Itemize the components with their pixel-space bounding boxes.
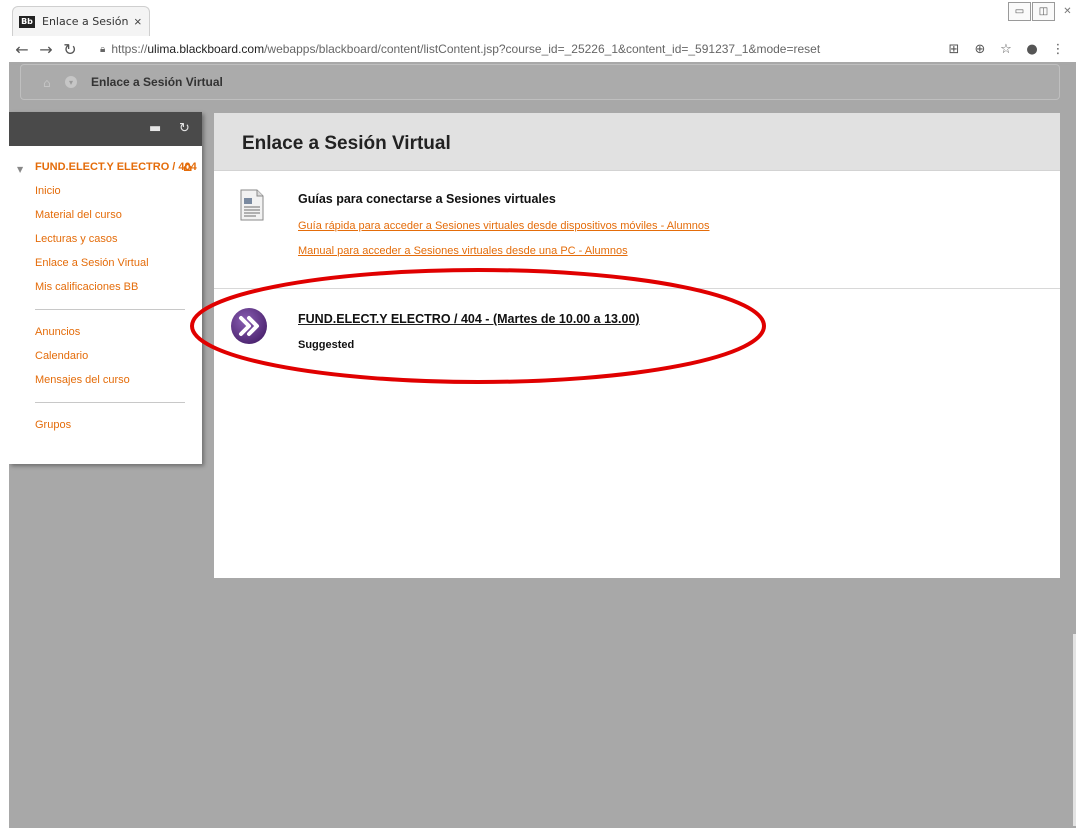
window-close-button[interactable]: ✕	[1056, 2, 1079, 21]
account-icon[interactable]: ●	[1019, 42, 1045, 57]
minimize-button[interactable]: ▭	[1008, 2, 1031, 21]
home-icon[interactable]: ⌂	[43, 76, 57, 90]
menu-item-calendario[interactable]: Calendario	[35, 344, 202, 368]
window-controls: ▭ ◫ ✕	[1007, 2, 1079, 21]
menu-icon[interactable]: ⋮	[1045, 42, 1071, 57]
menu-item-sesion-virtual[interactable]: Enlace a Sesión Virtual	[35, 251, 202, 275]
menu-group-2: Anuncios Calendario Mensajes del curso	[9, 320, 202, 392]
tab-close-icon[interactable]: ×	[134, 14, 142, 29]
document-icon	[240, 189, 264, 221]
collaborate-session-icon[interactable]	[230, 307, 268, 345]
chevron-down-icon[interactable]: ▾	[65, 76, 77, 88]
course-menu-header: ▬ ↻	[9, 112, 202, 146]
guide-pc-link[interactable]: Manual para acceder a Sesiones virtuales…	[298, 245, 628, 257]
menu-item-mensajes[interactable]: Mensajes del curso	[35, 368, 202, 392]
menu-item-calificaciones[interactable]: Mis calificaciones BB	[35, 275, 202, 299]
menu-group-1: Inicio Material del curso Lecturas y cas…	[9, 179, 202, 299]
browser-tab[interactable]: Bb Enlace a Sesión Vi ×	[12, 6, 150, 36]
course-home-icon[interactable]: ⌂	[183, 161, 192, 174]
tab-title: Enlace a Sesión Vi	[42, 15, 130, 28]
suggested-label: Suggested	[298, 339, 355, 351]
toolbar-icons: ⊞ ⊕ ☆ ● ⋮	[941, 42, 1071, 57]
content-item-session: FUND.ELECT.Y ELECTRO / 404 - (Martes de …	[190, 268, 1060, 384]
menu-divider	[35, 402, 185, 403]
menu-item-anuncios[interactable]: Anuncios	[35, 320, 202, 344]
menu-group-3: Grupos	[9, 413, 202, 437]
browser-tab-strip: Bb Enlace a Sesión Vi × ▭ ◫ ✕	[0, 0, 1079, 36]
back-arrow-icon[interactable]: ←	[10, 40, 34, 59]
restore-button[interactable]: ◫	[1032, 2, 1055, 21]
menu-item-material[interactable]: Material del curso	[35, 203, 202, 227]
menu-divider	[35, 309, 185, 310]
blackboard-favicon-icon: Bb	[19, 15, 35, 28]
lock-icon: 🔒︎	[100, 43, 106, 55]
browser-toolbar: ← → ↻ 🔒︎ https://ulima.blackboard.com/we…	[0, 36, 1079, 62]
session-link[interactable]: FUND.ELECT.Y ELECTRO / 404 - (Martes de …	[298, 312, 640, 326]
forward-arrow-icon[interactable]: →	[34, 40, 58, 59]
url-host: ulima.blackboard.com	[147, 42, 265, 56]
course-menu: ▬ ↻ ▼ FUND.ELECT.Y ELECTRO / 404 ⌂ Inici…	[9, 112, 202, 464]
refresh-icon[interactable]: ↻	[179, 121, 190, 136]
folder-view-icon[interactable]: ▬	[149, 121, 161, 136]
content-panel: Enlace a Sesión Virtual Guías para conec…	[190, 113, 1060, 578]
course-title[interactable]: ▼ FUND.ELECT.Y ELECTRO / 404 ⌂	[9, 161, 202, 175]
menu-item-lecturas[interactable]: Lecturas y casos	[35, 227, 202, 251]
collapse-triangle-icon[interactable]: ▼	[17, 164, 23, 175]
scrollbar[interactable]	[1073, 634, 1076, 826]
content-header: Enlace a Sesión Virtual	[214, 113, 1060, 171]
breadcrumb-current: Enlace a Sesión Virtual	[91, 75, 223, 89]
breadcrumb: ⌂ ▾ Enlace a Sesión Virtual	[20, 64, 1060, 100]
reload-icon[interactable]: ↻	[58, 40, 82, 59]
page-viewport: ⌂ ▾ Enlace a Sesión Virtual ▬ ↻ ▼ FUND.E…	[9, 62, 1076, 828]
translate-icon[interactable]: ⊞	[941, 42, 967, 57]
address-bar[interactable]: 🔒︎ https://ulima.blackboard.com/webapps/…	[100, 42, 941, 56]
url-path: /webapps/blackboard/content/listContent.…	[264, 42, 821, 56]
zoom-icon[interactable]: ⊕	[967, 42, 993, 57]
menu-item-inicio[interactable]: Inicio	[35, 179, 202, 203]
page-title: Enlace a Sesión Virtual	[242, 133, 451, 154]
course-name: FUND.ELECT.Y ELECTRO / 404	[35, 161, 197, 173]
menu-item-grupos[interactable]: Grupos	[35, 413, 202, 437]
item-title: Guías para conectarse a Sesiones virtual…	[298, 192, 556, 206]
content-item-guides: Guías para conectarse a Sesiones virtual…	[214, 171, 1060, 289]
star-icon[interactable]: ☆	[993, 42, 1019, 57]
url-scheme: https://	[111, 42, 148, 56]
guide-mobile-link[interactable]: Guía rápida para acceder a Sesiones virt…	[298, 220, 710, 232]
